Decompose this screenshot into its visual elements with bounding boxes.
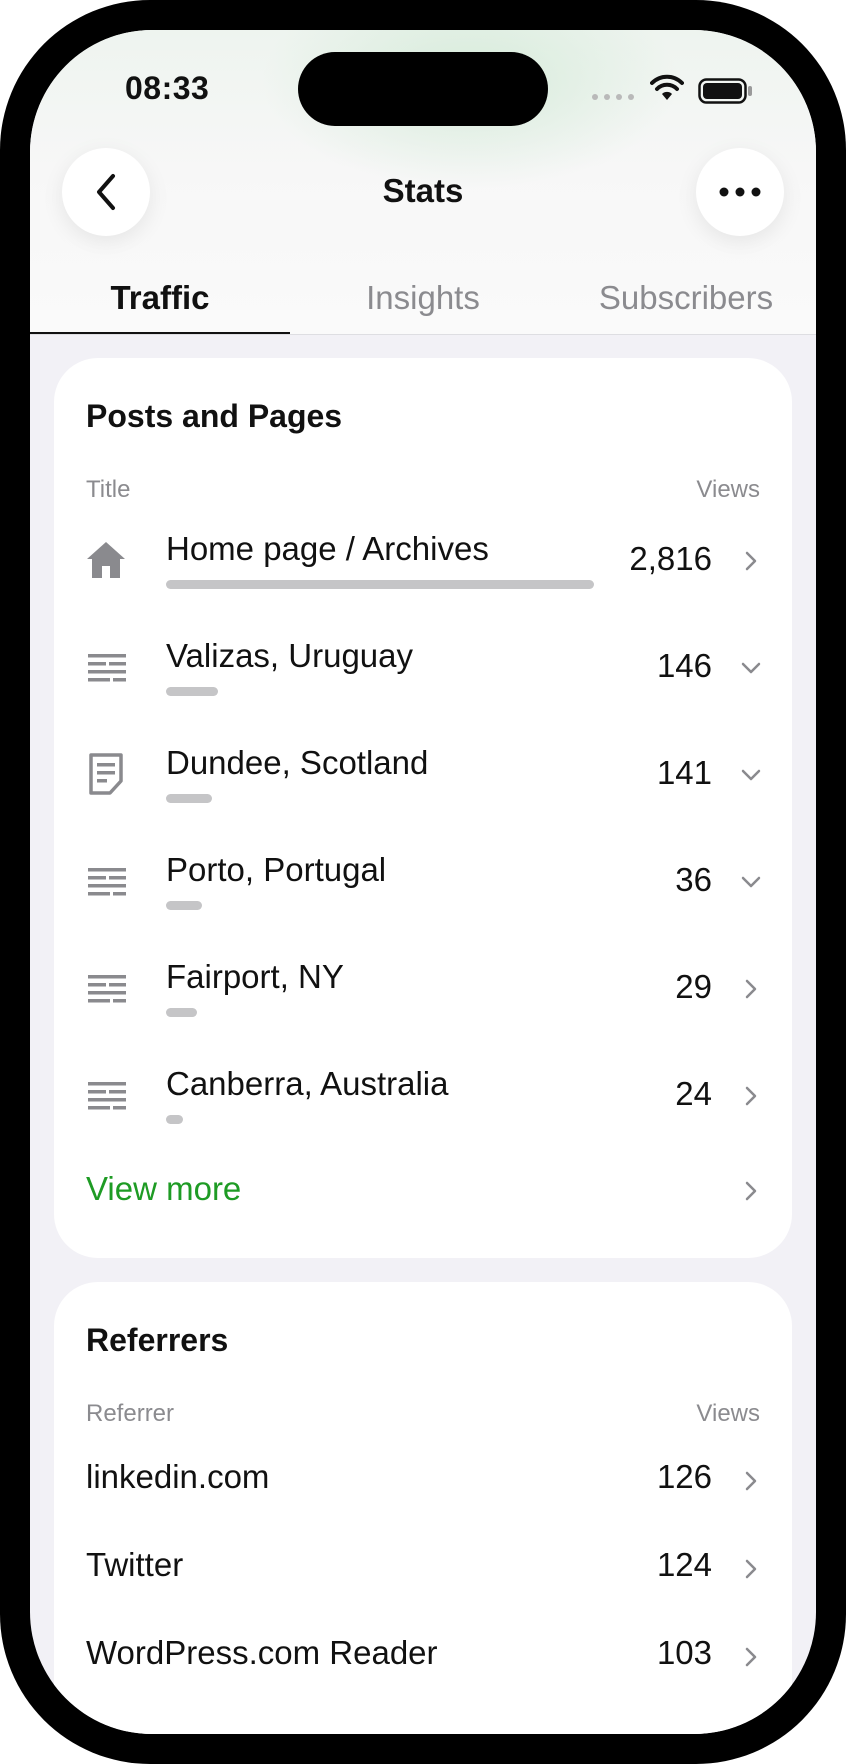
- home-icon: [87, 542, 125, 578]
- referrer-name: linkedin.com: [86, 1458, 270, 1495]
- chevron-down-icon: [741, 769, 761, 781]
- post-title: Porto, Portugal: [166, 851, 387, 888]
- views-bar: [166, 580, 594, 589]
- column-header-title: Title: [86, 476, 131, 503]
- post-row[interactable]: Home page / Archives 2,816: [54, 508, 792, 608]
- chevron-right-icon: [745, 1471, 757, 1491]
- referrer-views: 126: [656, 1458, 712, 1495]
- phone-frame: 08:33 Stats Traffic Insights Subscribers…: [0, 0, 846, 1764]
- post-views: 24: [675, 1075, 712, 1112]
- tab-subscribers[interactable]: Subscribers: [556, 270, 816, 334]
- referrer-views: 103: [656, 1634, 712, 1671]
- tab-bar: Traffic Insights Subscribers: [30, 270, 816, 334]
- screen: 08:33 Stats Traffic Insights Subscribers…: [30, 30, 816, 1734]
- battery-icon: [698, 78, 752, 104]
- post-row[interactable]: Fairport, NY 29: [54, 936, 792, 1036]
- referrer-row[interactable]: linkedin.com 126: [54, 1438, 792, 1526]
- post-views: 29: [675, 968, 712, 1005]
- status-icons: [590, 74, 780, 114]
- chevron-right-icon: [745, 1559, 757, 1579]
- chevron-right-icon: [745, 1647, 757, 1667]
- post-row[interactable]: Canberra, Australia 24: [54, 1043, 792, 1143]
- chevron-right-icon: [745, 551, 757, 571]
- views-bar: [166, 687, 218, 696]
- posts-and-pages-card: Posts and Pages Title Views Home page / …: [54, 358, 792, 1258]
- post-title: Fairport, NY: [166, 958, 344, 995]
- views-bar: [166, 1115, 183, 1124]
- views-bar: [166, 901, 202, 910]
- status-time: 08:33: [125, 70, 210, 106]
- column-header-views: Views: [696, 476, 760, 503]
- text-lines-icon: [88, 1082, 126, 1110]
- text-lines-icon: [88, 975, 126, 1003]
- chevron-down-icon: [741, 662, 761, 674]
- column-header-referrer: Referrer: [86, 1400, 175, 1427]
- ellipsis-icon: [719, 187, 761, 197]
- post-row[interactable]: Dundee, Scotland 141: [54, 722, 792, 822]
- chevron-right-icon: [745, 1086, 757, 1106]
- views-bar: [166, 1008, 197, 1017]
- chevron-right-icon: [745, 1181, 757, 1201]
- referrer-name: WordPress.com Reader: [86, 1634, 438, 1671]
- post-views: 146: [656, 647, 712, 684]
- post-title: Dundee, Scotland: [166, 744, 429, 781]
- dynamic-island: [298, 52, 548, 126]
- view-more-link[interactable]: View more: [86, 1170, 241, 1208]
- referrers-card: Referrers Referrer Views linkedin.com 12…: [54, 1282, 792, 1734]
- text-lines-icon: [88, 654, 126, 682]
- post-row[interactable]: Porto, Portugal 36: [54, 829, 792, 929]
- post-row[interactable]: Valizas, Uruguay 146: [54, 615, 792, 715]
- referrer-row[interactable]: WordPress.com Reader 103: [54, 1614, 792, 1702]
- wifi-icon: [650, 74, 684, 100]
- post-title: Canberra, Australia: [166, 1065, 449, 1102]
- post-title: Home page / Archives: [166, 530, 489, 567]
- referrer-name: Twitter: [86, 1546, 184, 1583]
- card-title: Posts and Pages: [86, 398, 343, 434]
- referrer-row[interactable]: Twitter 124: [54, 1526, 792, 1614]
- page-icon: [89, 753, 123, 795]
- view-more-row[interactable]: View more: [54, 1158, 792, 1228]
- signal-dots-icon: [592, 94, 634, 100]
- tab-insights[interactable]: Insights: [293, 270, 553, 334]
- post-views: 36: [675, 861, 712, 898]
- text-lines-icon: [88, 868, 126, 896]
- column-header-views: Views: [696, 1400, 760, 1427]
- card-title: Referrers: [86, 1322, 229, 1358]
- views-bar: [166, 794, 212, 803]
- post-title: Valizas, Uruguay: [166, 637, 414, 674]
- chevron-down-icon: [741, 876, 761, 888]
- tab-traffic[interactable]: Traffic: [30, 270, 290, 334]
- referrer-views: 124: [656, 1546, 712, 1583]
- post-views: 2,816: [629, 540, 712, 577]
- tab-divider: [30, 334, 816, 335]
- more-options-button[interactable]: [696, 148, 784, 236]
- post-views: 141: [656, 754, 712, 791]
- chevron-right-icon: [745, 979, 757, 999]
